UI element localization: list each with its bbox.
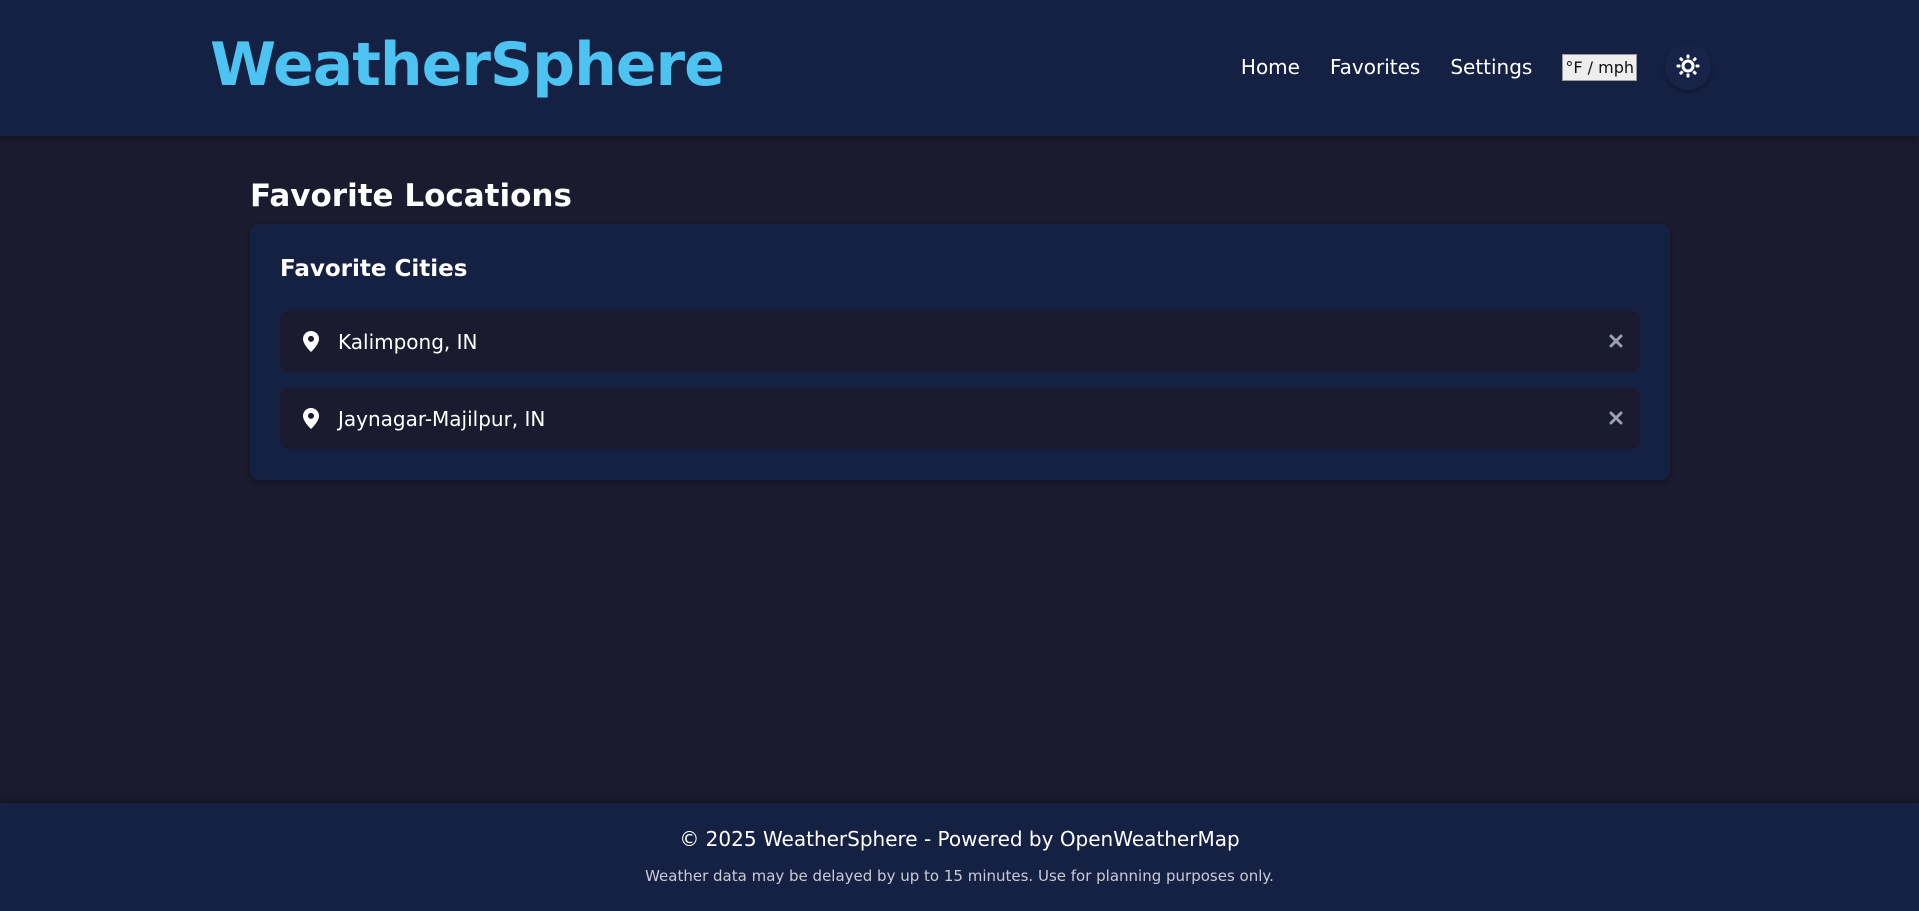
card-title: Favorite Cities [280, 256, 468, 282]
nav-home-link[interactable]: Home [1241, 55, 1300, 79]
main-nav: Home Favorites Settings °F / mph [1241, 44, 1711, 90]
favorite-city-name: Jaynagar-Majilpur, IN [338, 406, 546, 431]
favorite-item[interactable]: Kalimpong, IN [280, 311, 1640, 372]
footer-copyright: © 2025 WeatherSphere - Powered by OpenWe… [679, 827, 1240, 851]
units-toggle-button[interactable]: °F / mph [1562, 53, 1637, 81]
favorite-item[interactable]: Jaynagar-Majilpur, IN [280, 388, 1640, 449]
map-pin-icon [302, 408, 320, 430]
nav-favorites-link[interactable]: Favorites [1330, 55, 1420, 79]
nav-settings-link[interactable]: Settings [1450, 55, 1532, 79]
footer-disclaimer: Weather data may be delayed by up to 15 … [645, 867, 1274, 885]
page-title: Favorite Locations [250, 178, 572, 214]
theme-toggle-button[interactable] [1665, 44, 1711, 90]
close-icon[interactable] [1604, 329, 1628, 353]
site-footer: © 2025 WeatherSphere - Powered by OpenWe… [0, 803, 1919, 911]
sun-icon [1676, 54, 1700, 81]
favorite-city-name: Kalimpong, IN [338, 329, 478, 354]
site-header: WeatherSphere Home Favorites Settings °F… [0, 0, 1919, 136]
close-icon[interactable] [1604, 406, 1628, 430]
map-pin-icon [302, 331, 320, 353]
favorite-cities-card: Favorite Cities Kalimpong, IN Jaynagar-M… [250, 224, 1670, 480]
site-logo[interactable]: WeatherSphere [210, 30, 725, 100]
